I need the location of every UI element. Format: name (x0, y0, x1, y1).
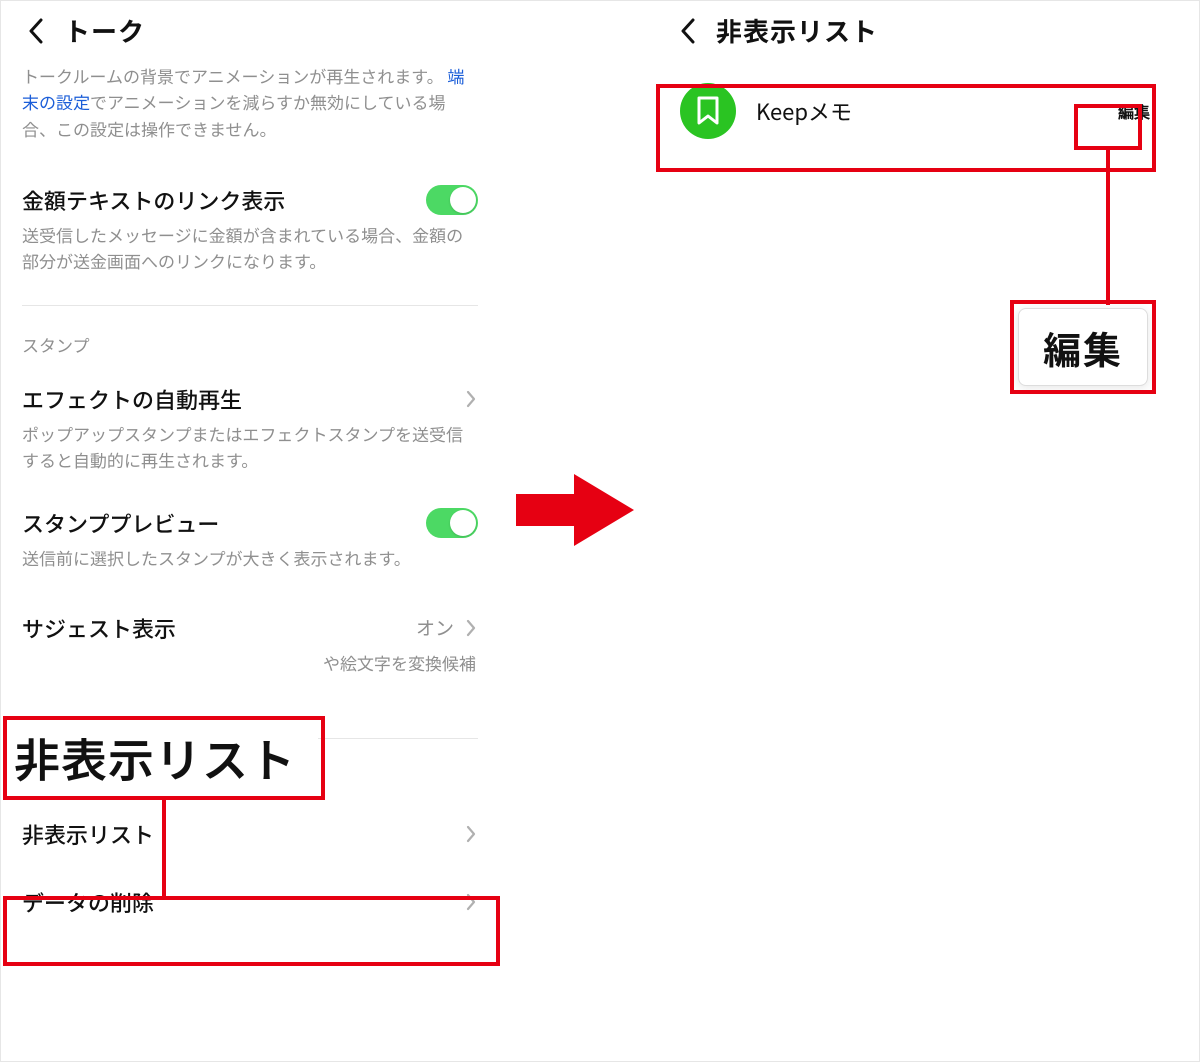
hidden-list-callout: 非表示リスト (8, 718, 318, 798)
chevron-right-icon (464, 617, 478, 639)
suggest-title: サジェスト表示 (22, 612, 176, 644)
stamp-preview-row[interactable]: スタンププレビュー (22, 473, 478, 539)
chevron-right-icon (464, 823, 478, 845)
effect-autoplay-title: エフェクトの自動再生 (22, 383, 242, 415)
right-title: 非表示リスト (716, 12, 878, 49)
divider (22, 305, 478, 306)
connector-line (1106, 150, 1110, 305)
back-icon[interactable] (22, 17, 50, 45)
suggest-value: オン (416, 614, 454, 641)
red-arrow-icon (516, 470, 636, 555)
effect-autoplay-desc: ポップアップスタンプまたはエフェクトスタンプを送受信すると自動的に再生されます。 (22, 421, 478, 474)
keep-memo-avatar (680, 83, 736, 139)
back-icon[interactable] (674, 17, 702, 45)
animation-desc-pre: トークルームの背景でアニメーションが再生されます。 (22, 63, 444, 88)
stamp-section-label: スタンプ (22, 332, 478, 357)
animation-desc: トークルームの背景でアニメーションが再生されます。 端末の設定でアニメーションを… (22, 63, 478, 142)
item-name: Keepメモ (756, 95, 1108, 127)
chevron-right-icon (464, 388, 478, 410)
suggest-value-wrap: オン (416, 614, 478, 641)
suggest-row[interactable]: サジェスト表示 オン (22, 572, 478, 644)
stamp-preview-toggle[interactable] (426, 508, 478, 538)
amount-link-row[interactable]: 金額テキストのリンク表示 (22, 142, 478, 216)
stamp-preview-title: スタンププレビュー (22, 507, 219, 539)
amount-link-desc: 送受信したメッセージに金額が含まれている場合、金額の部分が送金画面へのリンクにな… (22, 222, 478, 275)
right-header: 非表示リスト (660, 0, 1180, 59)
data-delete-row[interactable]: データの削除 (22, 850, 478, 918)
chevron-right-icon (464, 891, 478, 913)
edit-callout: 編集 (1018, 308, 1148, 386)
amount-link-toggle[interactable] (426, 185, 478, 215)
left-header: トーク (0, 0, 500, 59)
hidden-list-item[interactable]: Keepメモ 編集 (660, 69, 1180, 153)
effect-autoplay-row[interactable]: エフェクトの自動再生 (22, 357, 478, 415)
left-screen: トーク トークルームの背景でアニメーションが再生されます。 端末の設定でアニメー… (0, 0, 500, 1062)
left-title: トーク (64, 12, 145, 49)
hidden-list-row[interactable]: 非表示リスト (22, 790, 478, 850)
stamp-preview-desc: 送信前に選択したスタンプが大きく表示されます。 (22, 545, 478, 571)
hidden-list-title: 非表示リスト (22, 818, 154, 850)
edit-button[interactable]: 編集 (1108, 93, 1160, 129)
right-screen: 非表示リスト Keepメモ 編集 (660, 0, 1180, 153)
amount-link-title: 金額テキストのリンク表示 (22, 184, 285, 216)
suggest-desc-fragment: や絵文字を変換候補 (22, 650, 478, 676)
data-delete-title: データの削除 (22, 886, 154, 918)
connector-line (162, 800, 166, 900)
